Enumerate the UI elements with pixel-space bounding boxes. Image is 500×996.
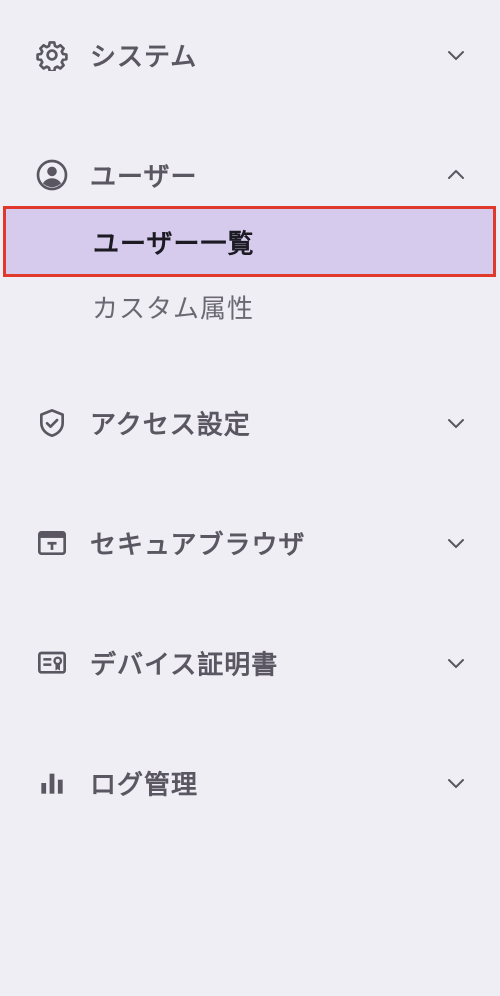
sidebar-section-secure-browser[interactable]: セキュアブラウザ xyxy=(0,513,500,573)
certificate-icon xyxy=(36,647,68,679)
chevron-down-icon xyxy=(444,411,468,435)
user-circle-icon xyxy=(36,159,68,191)
sidebar-nav: システム ユーザー ユーザー一覧 カスタム属性 アクセス設定 セキュアブラウザ … xyxy=(0,0,500,996)
shield-check-icon xyxy=(36,407,68,439)
sidebar-section-label: ログ管理 xyxy=(90,770,199,801)
sidebar-section-label: システム xyxy=(90,42,198,73)
sidebar-section-log-management[interactable]: ログ管理 xyxy=(0,753,500,813)
sidebar-section-label: セキュアブラウザ xyxy=(90,530,306,561)
sidebar-section-access-settings[interactable]: アクセス設定 xyxy=(0,393,500,453)
sidebar-section-label: アクセス設定 xyxy=(90,410,251,441)
chevron-down-icon xyxy=(444,771,468,795)
sidebar-item-label: カスタム属性 xyxy=(92,294,255,325)
sidebar-section-label: ユーザー xyxy=(90,162,198,193)
sidebar-item-label: ユーザー一覧 xyxy=(93,229,255,259)
sidebar-item-user-list[interactable]: ユーザー一覧 xyxy=(3,206,496,277)
gear-icon xyxy=(36,39,68,71)
chevron-down-icon xyxy=(444,531,468,555)
chevron-down-icon xyxy=(444,651,468,675)
browser-window-icon xyxy=(36,527,68,559)
sidebar-section-label: デバイス証明書 xyxy=(90,650,279,681)
chevron-down-icon xyxy=(444,43,468,67)
sidebar-item-custom-attributes[interactable]: カスタム属性 xyxy=(0,274,500,340)
sidebar-section-device-certificates[interactable]: デバイス証明書 xyxy=(0,633,500,693)
chevron-up-icon xyxy=(444,163,468,187)
bar-chart-icon xyxy=(36,767,68,799)
sidebar-section-system[interactable]: システム xyxy=(0,25,500,85)
sidebar-section-users[interactable]: ユーザー xyxy=(0,145,500,205)
